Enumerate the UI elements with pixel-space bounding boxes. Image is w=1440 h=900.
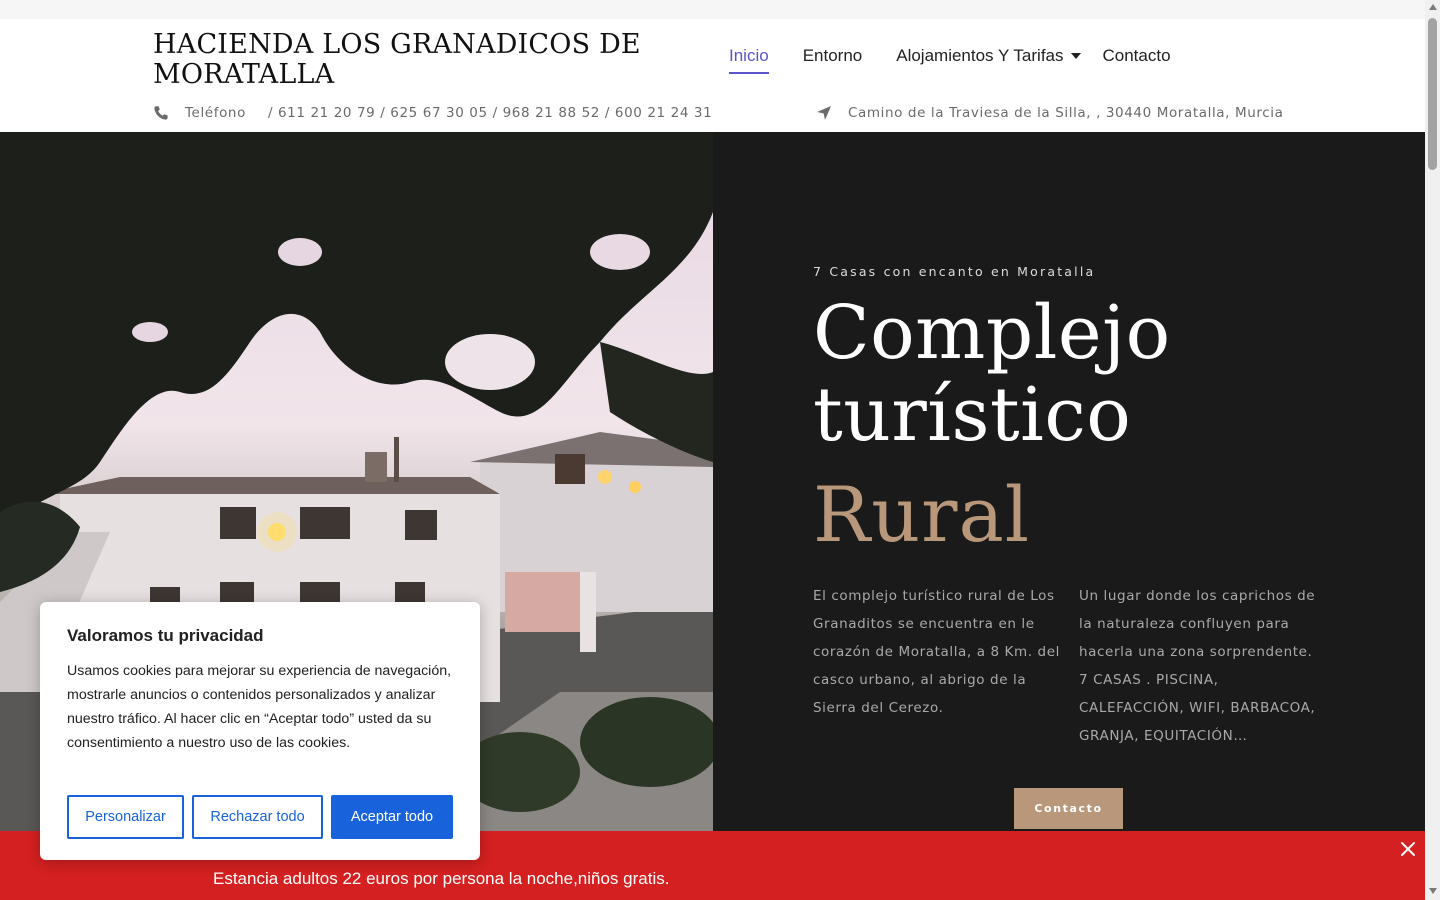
- cookie-accept-button[interactable]: Aceptar todo: [331, 795, 453, 839]
- phone-info: Teléfono / 611 21 20 79 / 625 67 30 05 /…: [153, 105, 712, 121]
- top-strip: [0, 0, 1425, 19]
- nav-item-entorno[interactable]: Entorno: [803, 46, 863, 72]
- site-title[interactable]: HACIENDA LOS GRANADICOS DE MORATALLA: [153, 30, 673, 90]
- hero-headline: Complejo turístico: [813, 292, 1171, 456]
- hero-headline-line1: Complejo: [813, 290, 1171, 376]
- nav-item-alojamientos[interactable]: Alojamientos Y Tarifas: [896, 46, 1081, 72]
- cookie-consent-dialog: Valoramos tu privacidad Usamos cookies p…: [40, 602, 480, 860]
- nav-item-contacto[interactable]: Contacto: [1103, 46, 1171, 72]
- cookie-reject-button[interactable]: Rechazar todo: [192, 795, 323, 839]
- nav-item-alojamientos-label: Alojamientos Y Tarifas: [896, 46, 1064, 65]
- location-arrow-icon: [817, 106, 831, 120]
- close-icon[interactable]: [1399, 840, 1417, 858]
- cookie-body: Usamos cookies para mejorar su experienc…: [67, 663, 452, 751]
- hero-paragraph-1: El complejo turístico rural de Los Grana…: [813, 588, 1060, 716]
- chevron-down-icon[interactable]: [1070, 53, 1081, 59]
- scroll-down-arrow-icon[interactable]: [1429, 888, 1437, 894]
- cookie-customize-button[interactable]: Personalizar: [67, 795, 184, 839]
- phone-icon: [154, 106, 168, 120]
- hero-kicker: 7 Casas con encanto en Moratalla: [813, 264, 1096, 279]
- hero-headline-line2: turístico: [813, 372, 1132, 458]
- hero-paragraph-2: Un lugar donde los caprichos de la natur…: [1079, 588, 1316, 744]
- hero-headline-accent: Rural: [813, 470, 1031, 559]
- address-text[interactable]: Camino de la Traviesa de la Silla, , 304…: [848, 105, 1283, 121]
- contact-button[interactable]: Contacto: [1014, 788, 1123, 829]
- scroll-thumb[interactable]: [1428, 18, 1437, 170]
- cookie-title: Valoramos tu privacidad: [67, 626, 264, 645]
- notice-text: Estancia adultos 22 euros por persona la…: [213, 869, 670, 888]
- phone-label: Teléfono: [185, 105, 246, 121]
- scroll-up-arrow-icon[interactable]: [1429, 4, 1437, 10]
- address-info: Camino de la Traviesa de la Silla, , 304…: [816, 105, 1283, 121]
- main-nav: Inicio Entorno Alojamientos Y Tarifas Co…: [729, 46, 1205, 80]
- nav-item-inicio[interactable]: Inicio: [729, 46, 769, 74]
- page-scrollbar[interactable]: [1425, 0, 1440, 900]
- phone-numbers[interactable]: / 611 21 20 79 / 625 67 30 05 / 968 21 8…: [268, 105, 712, 121]
